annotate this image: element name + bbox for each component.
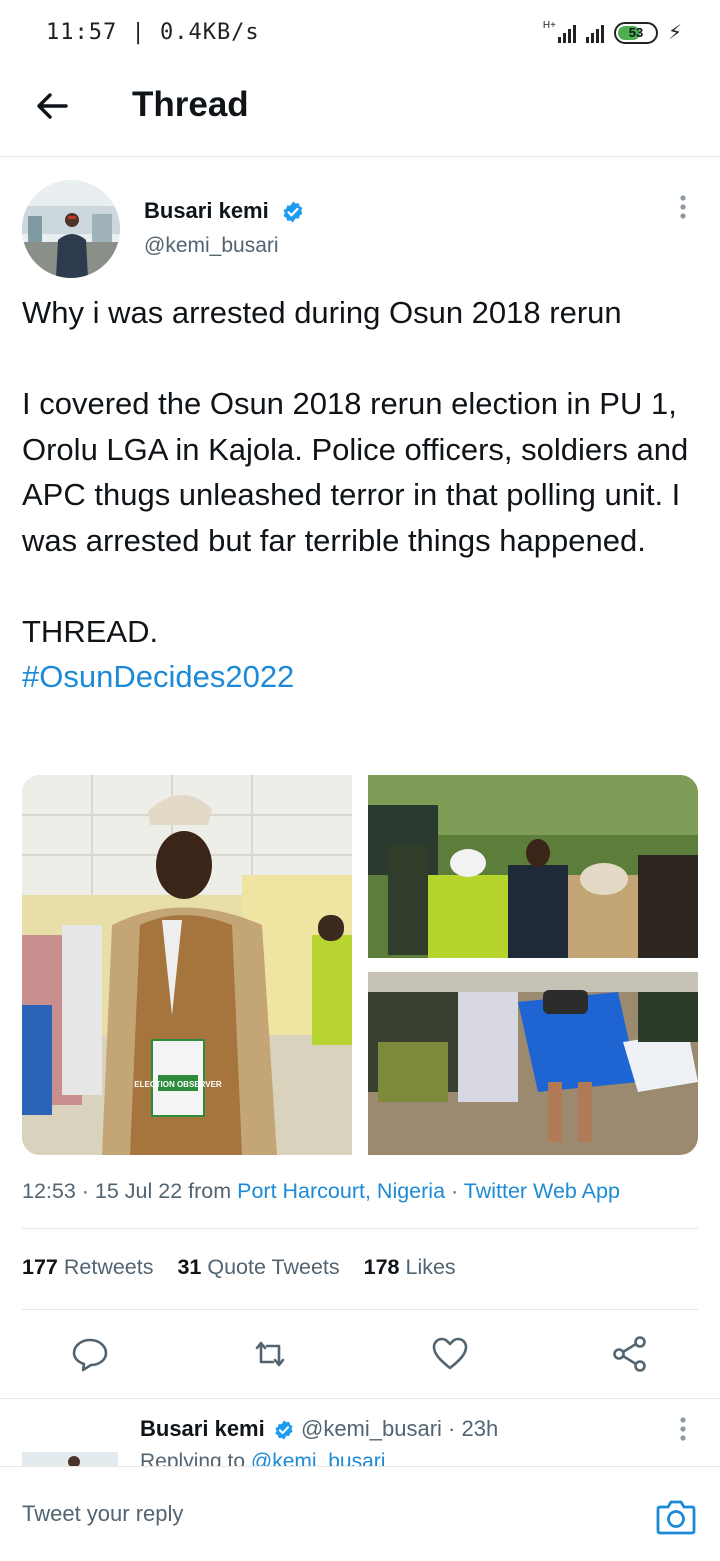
tweet-paragraph-1: Why i was arrested during Osun 2018 reru… bbox=[22, 295, 622, 330]
media-grid: ELECTION OBSERVER bbox=[22, 775, 698, 1155]
reply-input[interactable] bbox=[22, 1501, 582, 1527]
vest-badge-text: ELECTION OBSERVER bbox=[134, 1080, 222, 1089]
photo-observer[interactable]: ELECTION OBSERVER bbox=[22, 775, 352, 1155]
divider bbox=[22, 1228, 698, 1229]
divider bbox=[22, 1309, 698, 1310]
network-type: H+ bbox=[542, 20, 556, 31]
page-title: Thread bbox=[132, 85, 249, 124]
reply-author-handle: @kemi_busari bbox=[300, 1416, 442, 1441]
verified-badge-icon bbox=[275, 1420, 293, 1440]
charging-icon: ⚡ bbox=[667, 22, 682, 44]
retweets-count[interactable]: 177 Retweets bbox=[22, 1255, 153, 1279]
verified-badge-icon bbox=[283, 201, 303, 223]
reply-header[interactable]: Busari kemi @kemi_busari · 23h bbox=[140, 1416, 498, 1442]
status-icons: H+ 53 ⚡ bbox=[543, 20, 682, 45]
tweet-timestamp: 12:53 · 15 Jul 22 from bbox=[22, 1179, 238, 1203]
signal-icon-2 bbox=[585, 23, 604, 43]
tweet-text: Why i was arrested during Osun 2018 reru… bbox=[22, 290, 702, 700]
status-bar: 11:57 | 0.4KB/s H+ 53 ⚡ bbox=[0, 0, 720, 66]
status-time: 11:57 | 0.4KB/s bbox=[46, 20, 260, 45]
tweet-meta: 12:53 · 15 Jul 22 from Port Harcourt, Ni… bbox=[22, 1179, 620, 1204]
photo-woman[interactable] bbox=[368, 972, 698, 1155]
more-vertical-icon[interactable] bbox=[676, 1416, 690, 1442]
retweet-icon[interactable] bbox=[250, 1334, 290, 1374]
replying-to-handle[interactable]: @kemi_busari bbox=[251, 1450, 386, 1466]
reply-time: · 23h bbox=[448, 1416, 499, 1441]
author-name[interactable]: Busari kemi bbox=[144, 198, 305, 224]
source-link[interactable]: Twitter Web App bbox=[464, 1179, 620, 1203]
like-icon[interactable] bbox=[430, 1334, 470, 1374]
photo-crowd[interactable] bbox=[368, 775, 698, 958]
back-arrow-icon[interactable] bbox=[32, 86, 72, 126]
likes-count[interactable]: 178 Likes bbox=[364, 1255, 456, 1279]
hashtag-link[interactable]: #OsunDecides2022 bbox=[22, 659, 294, 694]
author-handle[interactable]: @kemi_busari bbox=[144, 234, 279, 258]
tweet-paragraph-2: I covered the Osun 2018 rerun election i… bbox=[22, 386, 696, 558]
signal-icon bbox=[557, 23, 576, 43]
reply-composer bbox=[0, 1466, 720, 1561]
tweet-stats: 177 Retweets 31 Quote Tweets 178 Likes bbox=[22, 1255, 474, 1280]
divider bbox=[0, 1398, 720, 1399]
quote-tweets-count[interactable]: 31 Quote Tweets bbox=[177, 1255, 339, 1279]
share-icon[interactable] bbox=[610, 1334, 650, 1374]
camera-icon[interactable] bbox=[654, 1495, 698, 1539]
reply-author-name: Busari kemi bbox=[140, 1416, 265, 1441]
reply-icon[interactable] bbox=[70, 1334, 110, 1374]
meta-separator: · bbox=[445, 1179, 464, 1203]
more-vertical-icon[interactable] bbox=[676, 194, 690, 220]
reply-avatar[interactable] bbox=[22, 1432, 118, 1466]
app-header: Thread bbox=[0, 66, 720, 157]
battery-icon: 53 bbox=[613, 21, 658, 44]
location-link[interactable]: Port Harcourt, Nigeria bbox=[237, 1179, 445, 1203]
avatar[interactable] bbox=[22, 180, 120, 278]
tweet-paragraph-3: THREAD. bbox=[22, 613, 159, 649]
replying-to: Replying to @kemi_busari bbox=[140, 1450, 385, 1466]
